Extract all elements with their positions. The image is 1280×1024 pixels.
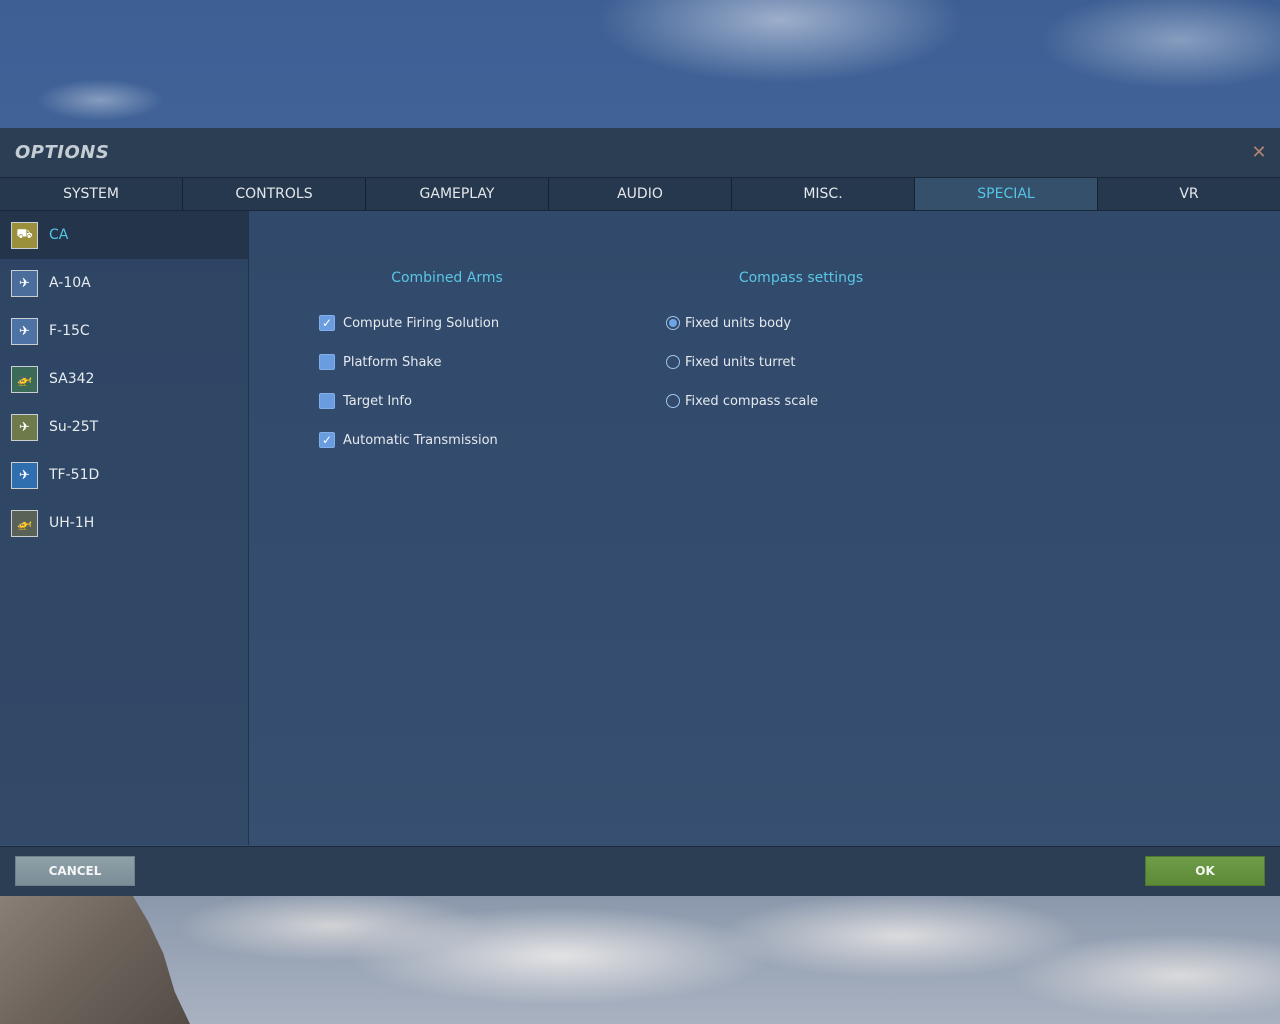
option-label: Fixed units body <box>685 315 792 331</box>
su25t-module-icon: ✈ <box>11 413 38 441</box>
tf51d-module-icon: ✈ <box>11 461 38 489</box>
fixed-compass-scale-radio[interactable] <box>666 394 680 408</box>
option-label: Fixed compass scale <box>685 393 818 409</box>
automatic-transmission-checkbox[interactable]: ✓ <box>319 432 335 448</box>
tab-gameplay[interactable]: GAMEPLAY <box>366 178 549 210</box>
option-label: Automatic Transmission <box>343 432 498 448</box>
platform-shake-checkbox[interactable] <box>319 354 335 370</box>
sidebar-item-label: TF-51D <box>49 467 100 483</box>
sidebar-item-f15c[interactable]: ✈ F-15C <box>0 307 248 355</box>
cancel-button[interactable]: CANCEL <box>15 856 135 886</box>
fixed-units-turret-radio[interactable] <box>666 355 680 369</box>
compute-firing-solution-checkbox[interactable]: ✓ <box>319 315 335 331</box>
sidebar-item-label: A-10A <box>49 275 91 291</box>
fixed-units-turret-option[interactable]: Fixed units turret <box>666 353 796 371</box>
options-window: OPTIONS ✕ SYSTEM CONTROLS GAMEPLAY AUDIO… <box>0 128 1280 896</box>
sidebar-item-label: CA <box>49 227 69 243</box>
radio-selected-dot <box>669 319 677 327</box>
title-bar: OPTIONS ✕ <box>0 128 1280 177</box>
ok-button[interactable]: OK <box>1145 856 1265 886</box>
option-label: Compute Firing Solution <box>343 315 500 331</box>
sidebar-item-label: SA342 <box>49 371 95 387</box>
target-info-checkbox[interactable] <box>319 393 335 409</box>
tab-system[interactable]: SYSTEM <box>0 178 183 210</box>
sidebar-item-label: Su-25T <box>49 419 99 435</box>
sidebar-item-a10a[interactable]: ✈ A-10A <box>0 259 248 307</box>
sidebar-item-sa342[interactable]: 🚁 SA342 <box>0 355 248 403</box>
platform-shake-option[interactable]: Platform Shake <box>319 353 441 371</box>
sidebar-item-uh1h[interactable]: 🚁 UH-1H <box>0 499 248 547</box>
special-settings-panel: Combined Arms Compass settings ✓ Compute… <box>250 211 1280 845</box>
fixed-units-body-option[interactable]: Fixed units body <box>666 314 791 332</box>
tab-bar: SYSTEM CONTROLS GAMEPLAY AUDIO MISC. SPE… <box>0 177 1280 211</box>
target-info-option[interactable]: Target Info <box>319 392 412 410</box>
compass-settings-heading: Compass settings <box>738 270 864 286</box>
option-label: Target Info <box>343 393 412 409</box>
fixed-compass-scale-option[interactable]: Fixed compass scale <box>666 392 818 410</box>
a10a-module-icon: ✈ <box>11 269 38 297</box>
footer-bar: CANCEL OK <box>0 846 1280 896</box>
ca-module-icon: ⛟ <box>11 221 38 249</box>
tab-controls[interactable]: CONTROLS <box>183 178 366 210</box>
tab-vr[interactable]: VR <box>1098 178 1280 210</box>
background-scenery <box>0 896 1280 1024</box>
sidebar-item-su25t[interactable]: ✈ Su-25T <box>0 403 248 451</box>
tab-special[interactable]: SPECIAL <box>915 178 1098 210</box>
combined-arms-heading: Combined Arms <box>391 270 503 286</box>
option-label: Platform Shake <box>343 354 442 370</box>
sidebar-item-ca[interactable]: ⛟ CA <box>0 211 248 259</box>
f15c-module-icon: ✈ <box>11 317 38 345</box>
automatic-transmission-option[interactable]: ✓ Automatic Transmission <box>319 431 498 449</box>
sidebar-item-tf51d[interactable]: ✈ TF-51D <box>0 451 248 499</box>
sidebar-item-label: F-15C <box>49 323 90 339</box>
tab-audio[interactable]: AUDIO <box>549 178 732 210</box>
sa342-module-icon: 🚁 <box>11 365 38 393</box>
sidebar-item-label: UH-1H <box>49 515 95 531</box>
window-title: OPTIONS <box>15 142 110 163</box>
close-icon[interactable]: ✕ <box>1248 142 1270 164</box>
fixed-units-body-radio[interactable] <box>666 316 680 330</box>
option-label: Fixed units turret <box>685 354 796 370</box>
compute-firing-solution-option[interactable]: ✓ Compute Firing Solution <box>319 314 499 332</box>
tab-misc[interactable]: MISC. <box>732 178 915 210</box>
uh1h-module-icon: 🚁 <box>11 509 38 537</box>
module-sidebar: ⛟ CA ✈ A-10A ✈ F-15C 🚁 SA342 ✈ Su-25T ✈ … <box>0 211 249 845</box>
